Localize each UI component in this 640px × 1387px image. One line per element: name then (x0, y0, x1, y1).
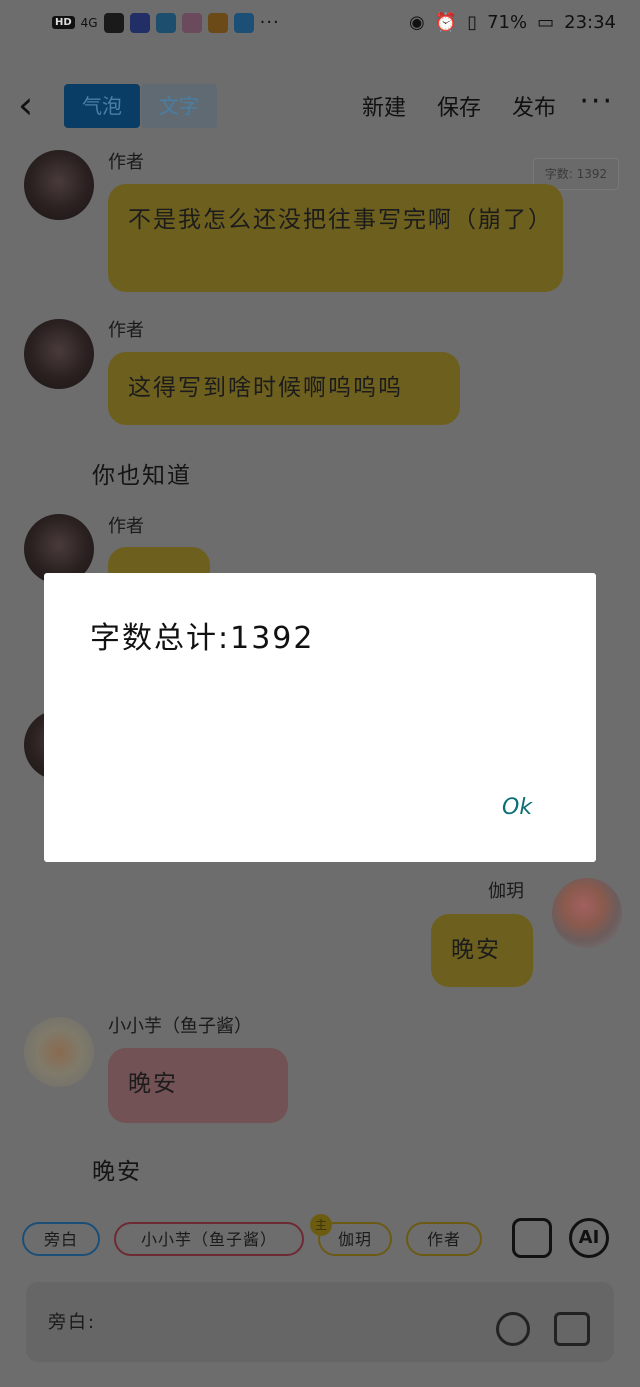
new-button[interactable]: 新建 (362, 90, 406, 122)
message-input-bar[interactable]: 旁白: (26, 1282, 614, 1362)
sender-name: 伽玥 (488, 881, 524, 902)
emoji-icon[interactable] (496, 1312, 530, 1346)
toolbar: ‹ 气泡 文字 新建 保存 发布 ··· (0, 78, 640, 134)
narration-text[interactable]: 你也知道 (92, 456, 192, 490)
role-chip-narration[interactable]: 旁白 (22, 1222, 100, 1256)
tab-bubble[interactable]: 气泡 (64, 84, 140, 128)
back-chevron-icon[interactable]: ‹ (18, 86, 33, 124)
main-role-badge: 主 (310, 1214, 332, 1236)
vibrate-icon: ▯ (467, 12, 478, 33)
sender-name: 作者 (108, 152, 144, 173)
status-bar: HD 4G ··· ◉ ⏰ ▯ 71% ▭ 23:34 (0, 0, 640, 48)
publish-button[interactable]: 发布 (512, 90, 556, 122)
word-count-dialog: 字数总计:1392 Ok (44, 573, 596, 862)
dialog-message: 字数总计:1392 (90, 621, 315, 656)
message-bubble[interactable]: 这得写到啥时候啊呜呜呜 (108, 352, 460, 425)
sender-name: 作者 (108, 320, 144, 341)
role-chip-xiaoxiaoyu[interactable]: 小小芋（鱼子酱） (114, 1222, 304, 1256)
orange-app-icon (207, 12, 228, 33)
jiayue-avatar[interactable] (552, 878, 622, 948)
image-icon[interactable] (554, 1312, 590, 1346)
tab-text[interactable]: 文字 (141, 84, 217, 128)
battery-percent: 71% (487, 12, 528, 33)
page: HD 4G ··· ◉ ⏰ ▯ 71% ▭ 23:34 ‹ 气泡 文字 新建 保… (0, 0, 640, 1387)
contact-card-icon[interactable] (512, 1218, 552, 1258)
ai-button[interactable]: AI (569, 1218, 609, 1258)
narration-text[interactable]: 晚安 (92, 1152, 142, 1186)
role-chip-author[interactable]: 作者 (406, 1222, 482, 1256)
clock: 23:34 (564, 12, 616, 33)
battery-icon: ▭ (537, 12, 555, 33)
xiaoxiaoyu-avatar[interactable] (24, 1017, 94, 1087)
gallery-app-icon (181, 12, 202, 33)
wifi-icon (103, 12, 124, 33)
author-avatar[interactable] (24, 319, 94, 389)
alarm-icon: ⏰ (434, 12, 458, 33)
sender-name: 作者 (108, 516, 144, 537)
more-notifications-icon: ··· (259, 12, 280, 33)
signal-indicator: 4G (80, 15, 98, 30)
message-bubble[interactable]: 晚安 (431, 914, 533, 987)
paper-plane-app-icon (155, 12, 176, 33)
more-options-icon[interactable]: ··· (579, 84, 614, 119)
search-app-icon (233, 12, 254, 33)
ok-button[interactable]: Ok (502, 795, 532, 820)
eye-icon: ◉ (409, 12, 425, 33)
message-bubble[interactable]: 不是我怎么还没把往事写完啊（崩了） (108, 184, 563, 292)
message-bubble[interactable]: 晚安 (108, 1048, 288, 1123)
input-role-label: 旁白: (48, 1312, 97, 1333)
baidu-app-icon (129, 12, 150, 33)
author-avatar[interactable] (24, 150, 94, 220)
save-button[interactable]: 保存 (437, 90, 481, 122)
hd-indicator: HD (52, 16, 75, 29)
sender-name: 小小芋（鱼子酱） (108, 1016, 252, 1037)
